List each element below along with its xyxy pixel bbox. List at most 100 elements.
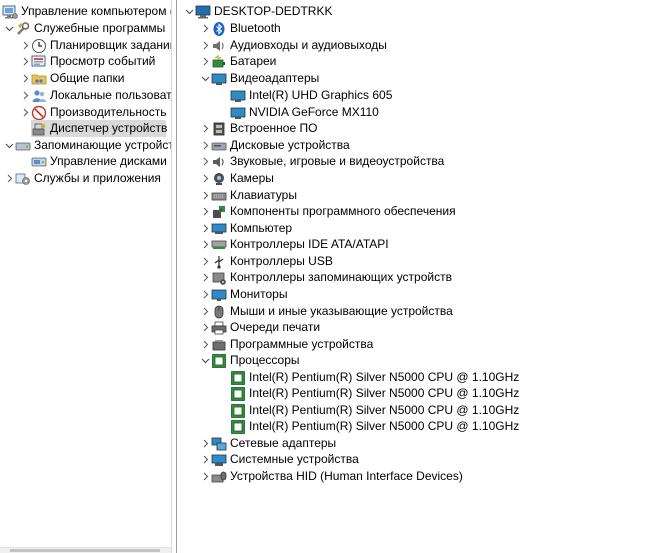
device-category-hid[interactable]: Устройства HID (Human Interface Devices) [199, 468, 463, 485]
device-category-ide-controllers[interactable]: Контроллеры IDE ATA/ATAPI [199, 236, 389, 253]
tree-item-performance[interactable]: Производительность [19, 104, 166, 121]
chevron-right-icon[interactable] [3, 170, 15, 187]
device-item-nvidia-mx110[interactable]: NVIDIA GeForce MX110 [230, 104, 379, 121]
users-icon [31, 88, 47, 104]
chevron-right-icon[interactable] [19, 104, 31, 121]
tree-item-computer-management[interactable]: Управление компьютером (л [2, 3, 171, 20]
chevron-right-icon[interactable] [19, 87, 31, 104]
chevron-right-icon[interactable] [19, 37, 31, 54]
device-category-audio-io[interactable]: Аудиовходы и аудиовыходы [199, 37, 387, 54]
network-adapter-icon [211, 436, 227, 452]
device-item-cpu-3[interactable]: Intel(R) Pentium(R) Silver N5000 CPU @ 1… [230, 418, 519, 435]
system-device-icon [211, 452, 227, 468]
chevron-right-icon[interactable] [199, 319, 211, 336]
clock-icon [31, 38, 47, 54]
tree-item-label: Службы и приложения [34, 171, 161, 185]
category-label: Системные устройства [230, 452, 359, 466]
tree-item-label: Просмотр событий [50, 54, 156, 68]
category-label: Встроенное ПО [230, 121, 318, 135]
tree-item-event-viewer[interactable]: Просмотр событий [19, 53, 155, 70]
chevron-right-icon[interactable] [199, 137, 211, 154]
device-category-mice[interactable]: Мыши и иные указывающие устройства [199, 303, 453, 320]
chevron-right-icon[interactable] [199, 220, 211, 237]
device-label: Intel(R) Pentium(R) Silver N5000 CPU @ 1… [249, 419, 520, 433]
device-tree-root[interactable]: DESKTOP-DEDTRKK [183, 3, 332, 20]
scrollbar-thumb[interactable] [10, 549, 160, 552]
device-category-cameras[interactable]: Камеры [199, 170, 274, 187]
firmware-icon [211, 121, 227, 137]
chevron-right-icon[interactable] [19, 70, 31, 87]
monitor-icon [211, 287, 227, 303]
camera-icon [211, 171, 227, 187]
chevron-down-icon[interactable] [199, 70, 211, 87]
category-label: Батареи [230, 54, 277, 68]
chevron-right-icon[interactable] [199, 435, 211, 452]
category-label: Bluetooth [230, 21, 281, 35]
device-item-cpu-2[interactable]: Intel(R) Pentium(R) Silver N5000 CPU @ 1… [230, 402, 519, 419]
chevron-right-icon[interactable] [199, 53, 211, 70]
device-category-computer[interactable]: Компьютер [199, 220, 292, 237]
chevron-right-icon[interactable] [199, 20, 211, 37]
device-category-processors[interactable]: Процессоры [199, 352, 300, 369]
device-item-cpu-0[interactable]: Intel(R) Pentium(R) Silver N5000 CPU @ 1… [230, 369, 519, 386]
device-label: NVIDIA GeForce MX110 [249, 105, 379, 119]
chevron-right-icon[interactable] [199, 203, 211, 220]
horizontal-scrollbar[interactable] [0, 547, 171, 553]
tree-item-local-users[interactable]: Локальные пользовате [19, 87, 171, 104]
chevron-right-icon[interactable] [199, 170, 211, 187]
chevron-right-icon[interactable] [199, 468, 211, 485]
tree-item-service-tools[interactable]: Служебные программы [3, 20, 165, 37]
category-label: Процессоры [230, 353, 300, 367]
device-category-network-adapters[interactable]: Сетевые адаптеры [199, 435, 336, 452]
device-category-keyboards[interactable]: Клавиатуры [199, 187, 297, 204]
chevron-right-icon[interactable] [199, 37, 211, 54]
chevron-right-icon[interactable] [19, 53, 31, 70]
chevron-down-icon[interactable] [3, 20, 15, 37]
battery-icon [211, 54, 227, 70]
tree-item-disk-management[interactable]: Управление дисками [31, 153, 167, 170]
chevron-right-icon[interactable] [199, 153, 211, 170]
chevron-right-icon[interactable] [199, 336, 211, 353]
tree-item-label: Диспетчер устройств [50, 121, 168, 135]
category-label: Камеры [230, 171, 274, 185]
device-category-monitors[interactable]: Мониторы [199, 286, 287, 303]
shared-folder-icon [31, 71, 47, 87]
device-category-software-devices[interactable]: Программные устройства [199, 336, 373, 353]
device-item-cpu-1[interactable]: Intel(R) Pentium(R) Silver N5000 CPU @ 1… [230, 385, 519, 402]
chevron-right-icon[interactable] [199, 187, 211, 204]
device-category-firmware[interactable]: Встроенное ПО [199, 120, 317, 137]
tree-item-label: Планировщик заданий [50, 38, 171, 52]
device-category-system-devices[interactable]: Системные устройства [199, 451, 359, 468]
chevron-right-icon[interactable] [199, 269, 211, 286]
device-label: Intel(R) Pentium(R) Silver N5000 CPU @ 1… [249, 403, 520, 417]
device-category-disk-drives[interactable]: Дисковые устройства [199, 137, 350, 154]
category-label: Компьютер [230, 221, 293, 235]
device-manager-icon [31, 121, 47, 137]
chevron-right-icon[interactable] [199, 451, 211, 468]
device-item-intel-uhd[interactable]: Intel(R) UHD Graphics 605 [230, 87, 392, 104]
chevron-right-icon[interactable] [199, 120, 211, 137]
tree-item-shared-folders[interactable]: Общие папки [19, 70, 124, 87]
device-category-batteries[interactable]: Батареи [199, 53, 276, 70]
chevron-right-icon[interactable] [199, 253, 211, 270]
device-category-bluetooth[interactable]: Bluetooth [199, 20, 281, 37]
device-category-sound-video-game[interactable]: Звуковые, игровые и видеоустройства [199, 153, 444, 170]
chevron-down-icon[interactable] [3, 137, 15, 154]
tree-item-task-scheduler[interactable]: Планировщик заданий [19, 37, 171, 54]
tree-item-label: Служебные программы [34, 21, 166, 35]
disk-drive-icon [211, 138, 227, 154]
chevron-down-icon[interactable] [183, 3, 195, 20]
tree-item-services-apps[interactable]: Службы и приложения [3, 170, 161, 187]
chevron-right-icon[interactable] [199, 303, 211, 320]
chevron-right-icon[interactable] [199, 236, 211, 253]
display-adapter-icon [211, 71, 227, 87]
chevron-down-icon[interactable] [199, 352, 211, 369]
device-category-print-queues[interactable]: Очереди печати [199, 319, 320, 336]
device-category-usb-controllers[interactable]: Контроллеры USB [199, 253, 333, 270]
tree-item-storage[interactable]: Запоминающие устройства [3, 137, 171, 154]
chevron-right-icon[interactable] [199, 286, 211, 303]
tree-item-device-manager[interactable]: Диспетчер устройств [31, 120, 168, 137]
device-category-storage-controllers[interactable]: Контроллеры запоминающих устройств [199, 269, 452, 286]
device-category-software-components[interactable]: Компоненты программного обеспечения [199, 203, 456, 220]
device-category-display-adapters[interactable]: Видеоадаптеры [199, 70, 319, 87]
